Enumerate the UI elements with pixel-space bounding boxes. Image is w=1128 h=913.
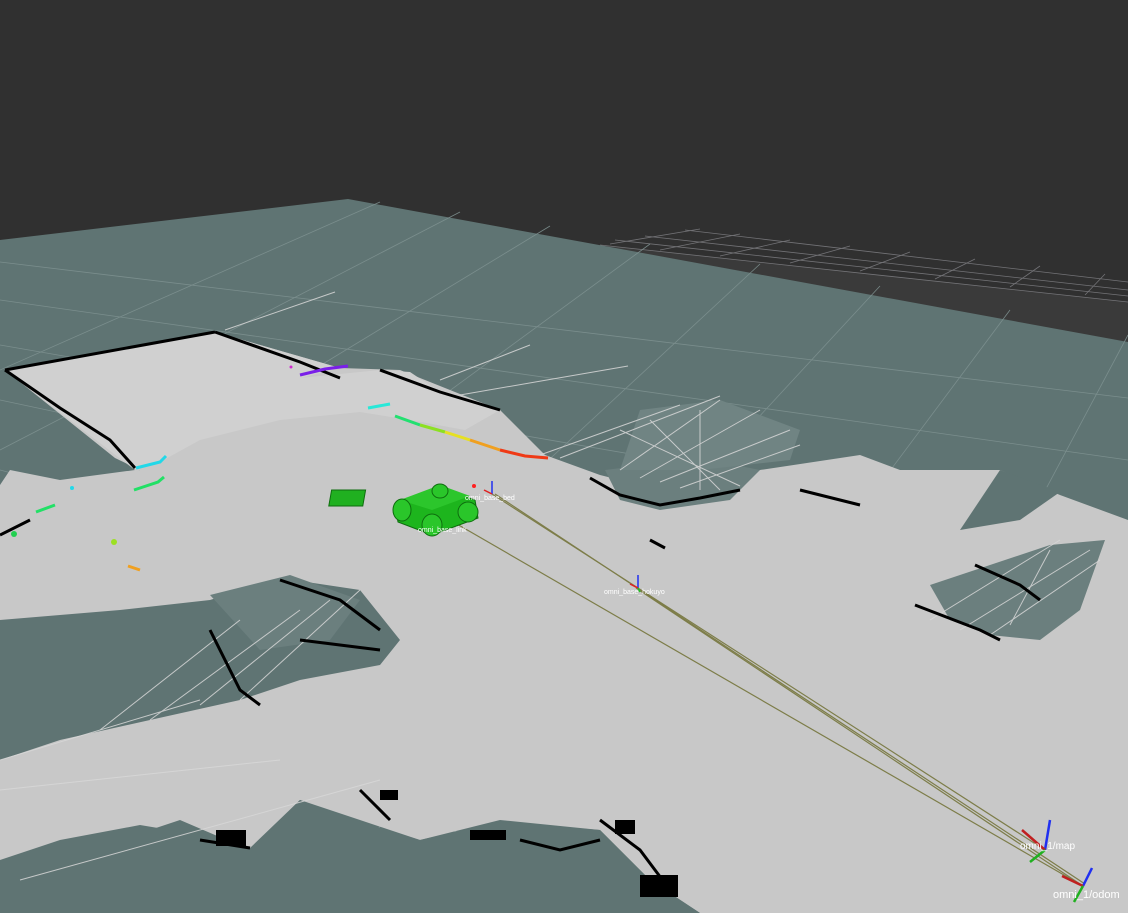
frame-label-base-link: omni_base_link (418, 527, 467, 534)
scene-canvas[interactable]: omni_base_bed omni_base_link omni_base_h… (0, 0, 1128, 913)
frame-label-map: omni_1/map (1020, 841, 1075, 852)
frame-label-base-bed: omni_base_bed (465, 495, 515, 502)
frame-label-hokuyo: omni_base_hokuyo (604, 589, 665, 596)
frame-label-odom: omni_1/odom (1053, 889, 1120, 901)
rviz-3d-viewport[interactable]: omni_base_bed omni_base_link omni_base_h… (0, 0, 1128, 913)
